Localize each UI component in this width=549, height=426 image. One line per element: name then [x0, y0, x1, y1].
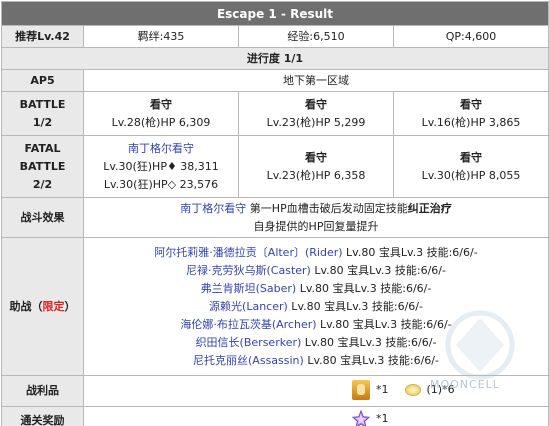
- effect-skill-name: 纠正治疗: [407, 201, 452, 215]
- battle2-enemy-2: 看守 Lv.30(枪)HP 8,055: [393, 135, 549, 198]
- enemy-name: 看守: [305, 150, 327, 164]
- enemy-stats: Lv.16(枪)HP 3,865: [421, 115, 521, 129]
- enemy-name: 看守: [150, 97, 172, 111]
- limited-tag: 限定: [42, 299, 65, 313]
- battle1-label: BATTLE 1/2: [1, 91, 84, 136]
- clear-reward-content: *1: [83, 406, 549, 426]
- support-label: 助战（限定）: [1, 237, 84, 376]
- location: 地下第一区域: [83, 69, 549, 92]
- servant-link[interactable]: 海伦娜·布拉瓦茨基(Archer): [180, 318, 316, 331]
- item2-count: (1)*6: [426, 383, 455, 396]
- servant-link[interactable]: 源赖光(Lancer): [209, 300, 288, 313]
- servant-link[interactable]: 弗兰肯斯坦(Saber): [201, 282, 297, 295]
- support-servant: 阿尔托莉雅·潘德拉贡〔Alter〕(Rider) Lv.80 宝具Lv.3 技能…: [154, 245, 478, 259]
- boss-stats-1: Lv.30(狂)HP♦ 38,311: [103, 159, 219, 173]
- item1-count: *1: [376, 383, 389, 396]
- support-list: 阿尔托莉雅·潘德拉贡〔Alter〕(Rider) Lv.80 宝具Lv.3 技能…: [83, 237, 549, 376]
- battle2-label: FATAL BATTLE 2/2: [1, 135, 84, 198]
- enemy-name: 看守: [460, 97, 482, 111]
- support-servant: 尼禄·克劳狄乌斯(Caster) Lv.80 宝具Lv.3 技能:6/6/-: [186, 263, 446, 277]
- enemy-name: 看守: [460, 150, 482, 164]
- servant-link[interactable]: 尼禄·克劳狄乌斯(Caster): [186, 264, 311, 277]
- exp-value: 经验:6,510: [238, 25, 394, 48]
- battle1-enemy-3: 看守 Lv.16(枪)HP 3,865: [393, 91, 549, 136]
- reward-count: *1: [376, 412, 389, 425]
- enemy-stats: Lv.23(枪)HP 6,358: [266, 168, 366, 182]
- drops-content: *1 (1)*6: [83, 375, 549, 407]
- effect-target-link[interactable]: 南丁格尔看守: [180, 202, 246, 215]
- support-servant: 尼托克丽丝(Assassin) Lv.80 宝具Lv.3 技能:6/6/-: [193, 353, 439, 367]
- battle2-enemy-1: 看守 Lv.23(枪)HP 6,358: [238, 135, 394, 198]
- recommend-level: 推荐Lv.42: [1, 25, 84, 48]
- enemy-name: 看守: [305, 97, 327, 111]
- boss-stats-2: Lv.30(狂)HP◇ 23,576: [103, 177, 219, 191]
- enemy-stats: Lv.28(枪)HP 6,309: [111, 115, 211, 129]
- qp-value: QP:4,600: [393, 25, 549, 48]
- support-servant: 海伦娜·布拉瓦茨基(Archer) Lv.80 宝具Lv.3 技能:6/6/-: [180, 317, 452, 331]
- saint-quartz-icon[interactable]: [352, 410, 370, 426]
- result-table: Escape 1 - Result 推荐Lv.42 羁绊:435 经验:6,51…: [1, 1, 549, 426]
- drops-label: 战利品: [1, 375, 84, 407]
- support-servant: 源赖光(Lancer) Lv.80 宝具Lv.3 技能:6/6/-: [209, 299, 423, 313]
- enemy-stats: Lv.30(枪)HP 8,055: [421, 168, 521, 182]
- coin-icon[interactable]: [404, 384, 421, 396]
- ap-label: AP5: [1, 69, 84, 92]
- enemy-stats: Lv.23(枪)HP 5,299: [266, 115, 366, 129]
- table-title: Escape 1 - Result: [1, 1, 549, 26]
- support-servant: 弗兰肯斯坦(Saber) Lv.80 宝具Lv.3 技能:6/6/-: [200, 281, 432, 295]
- support-servant: 织田信长(Berserker) Lv.80 宝具Lv.3 技能:6/6/-: [195, 335, 437, 349]
- battle1-enemy-1: 看守 Lv.28(枪)HP 6,309: [83, 91, 239, 136]
- gold-item-icon[interactable]: [352, 380, 370, 400]
- servant-link[interactable]: 织田信长(Berserker): [196, 336, 302, 349]
- battle2-boss: 南丁格尔看守 Lv.30(狂)HP♦ 38,311 Lv.30(狂)HP◇ 23…: [83, 135, 239, 198]
- battle1-enemy-2: 看守 Lv.23(枪)HP 5,299: [238, 91, 394, 136]
- servant-link[interactable]: 尼托克丽丝(Assassin): [193, 354, 304, 367]
- servant-link[interactable]: 阿尔托莉雅·潘德拉贡〔Alter〕(Rider): [154, 246, 342, 259]
- effect-label: 战斗效果: [1, 197, 84, 238]
- effect-text: 第一HP血槽击破后发动固定技能: [246, 201, 408, 215]
- progress-label: 进行度 1/1: [1, 47, 549, 70]
- clear-reward-label: 通关奖励: [1, 406, 84, 426]
- effect-content: 南丁格尔看守 第一HP血槽击破后发动固定技能纠正治疗 自身提供的HP回复量提升: [83, 197, 549, 238]
- bond-value: 羁绊:435: [83, 25, 239, 48]
- effect-description: 自身提供的HP回复量提升: [253, 219, 379, 233]
- boss-name-link[interactable]: 南丁格尔看守: [86, 140, 236, 158]
